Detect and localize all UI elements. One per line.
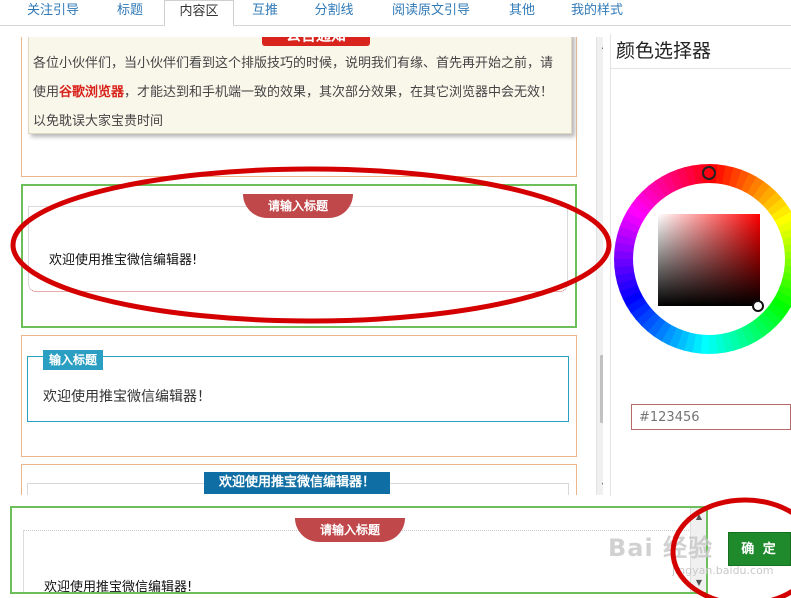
tab-content-area[interactable]: 内容区 <box>164 0 234 27</box>
tab-other[interactable]: 其他 <box>490 0 554 26</box>
editor-area[interactable]: 请输入标题 欢迎使用推宝微信编辑器! ▲ ▼ <box>10 506 708 594</box>
template-notice[interactable]: 公告通知 各位小伙伴们，当小伙伴们看到这个排版技巧的时候，说明我们有缘、首先再开… <box>21 37 577 177</box>
baidu-watermark-url: jingyan.baidu.com <box>672 564 774 577</box>
tab-title[interactable]: 标题 <box>96 0 164 26</box>
notice-badge: 公告通知 <box>262 37 370 46</box>
template-body-text: 欢迎使用推宝微信编辑器！ <box>43 389 211 405</box>
hex-color-input[interactable] <box>631 404 791 430</box>
editor-scroll-up-icon[interactable]: ▲ <box>691 510 706 524</box>
tab-bar: 关注引导 标题 内容区 互推 分割线 阅读原文引导 其他 我的样式 <box>0 0 791 27</box>
template-body-text: 欢迎使用推宝微信编辑器! <box>49 253 198 268</box>
template-blue-tab: 输入标题 <box>43 350 104 370</box>
template-dark-blue[interactable]: 欢迎使用推宝微信编辑器！ <box>21 464 577 495</box>
notice-card: 公告通知 各位小伙伴们，当小伙伴们看到这个排版技巧的时候，说明我们有缘、首先再开… <box>28 37 572 134</box>
tab-my-styles[interactable]: 我的样式 <box>554 0 640 26</box>
tab-follow-guide[interactable]: 关注引导 <box>10 0 96 26</box>
scroll-thumb[interactable] <box>600 355 603 423</box>
template-list-scrollbar[interactable]: ▲ ▼ <box>596 37 603 495</box>
template-title-pill[interactable]: 请输入标题 欢迎使用推宝微信编辑器! <box>21 184 577 328</box>
color-picker-panel: 颜色选择器 <box>610 34 791 496</box>
editor-body-text[interactable]: 欢迎使用推宝微信编辑器! <box>44 576 192 592</box>
color-picker-title: 颜色选择器 <box>616 40 712 62</box>
tab-mutual-promo[interactable]: 互推 <box>234 0 296 26</box>
notice-highlight: 谷歌浏览器 <box>59 85 125 100</box>
tab-read-original[interactable]: 阅读原文引导 <box>372 0 490 26</box>
editor-scroll-down-icon[interactable]: ▼ <box>691 576 706 590</box>
confirm-button[interactable]: 确 定 <box>728 532 791 566</box>
baidu-watermark-logo: Bai 经验 <box>608 534 714 562</box>
template-title-pill-label: 请输入标题 <box>243 194 353 218</box>
template-dark-blue-tab: 欢迎使用推宝微信编辑器！ <box>204 472 390 494</box>
template-list[interactable]: 公告通知 各位小伙伴们，当小伙伴们看到这个排版技巧的时候，说明我们有缘、首先再开… <box>10 37 603 495</box>
notice-text: 各位小伙伴们，当小伙伴们看到这个排版技巧的时候，说明我们有缘、首先再开始之前，请… <box>33 49 563 136</box>
scroll-up-arrow-icon[interactable]: ▲ <box>597 39 603 53</box>
template-blue-box[interactable]: 输入标题 欢迎使用推宝微信编辑器！ <box>21 335 577 457</box>
editor-title-pill[interactable]: 请输入标题 <box>295 518 405 542</box>
tab-divider[interactable]: 分割线 <box>296 0 372 26</box>
color-picker-body <box>611 68 791 496</box>
scroll-down-arrow-icon[interactable]: ▼ <box>597 479 603 493</box>
